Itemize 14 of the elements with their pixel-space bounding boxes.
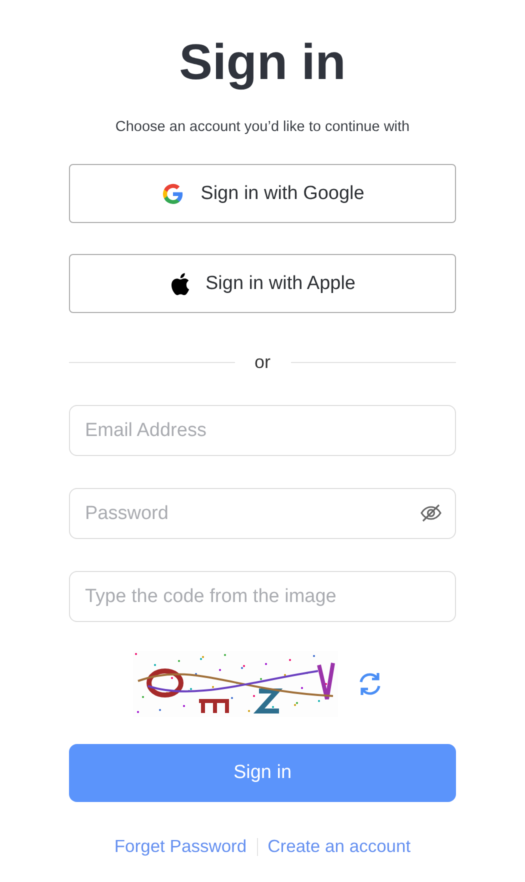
apple-icon <box>170 272 190 296</box>
page-title: Sign in <box>179 33 346 92</box>
eye-slash-icon[interactable] <box>420 504 442 522</box>
apple-sign-in-button[interactable]: Sign in with Apple <box>69 254 456 313</box>
email-field[interactable]: Email Address <box>69 405 456 456</box>
forgot-password-link[interactable]: Forget Password <box>114 836 247 857</box>
google-icon <box>160 182 185 206</box>
captcha-field[interactable]: Type the code from the image <box>69 571 456 622</box>
google-sign-in-button[interactable]: Sign in with Google <box>69 164 456 223</box>
password-field[interactable]: Password <box>69 488 456 539</box>
divider-label: or <box>254 352 271 373</box>
sign-in-button[interactable]: Sign in <box>69 744 456 802</box>
create-account-link[interactable]: Create an account <box>268 836 411 857</box>
subtitle: Choose an account you’d like to continue with <box>115 118 410 137</box>
